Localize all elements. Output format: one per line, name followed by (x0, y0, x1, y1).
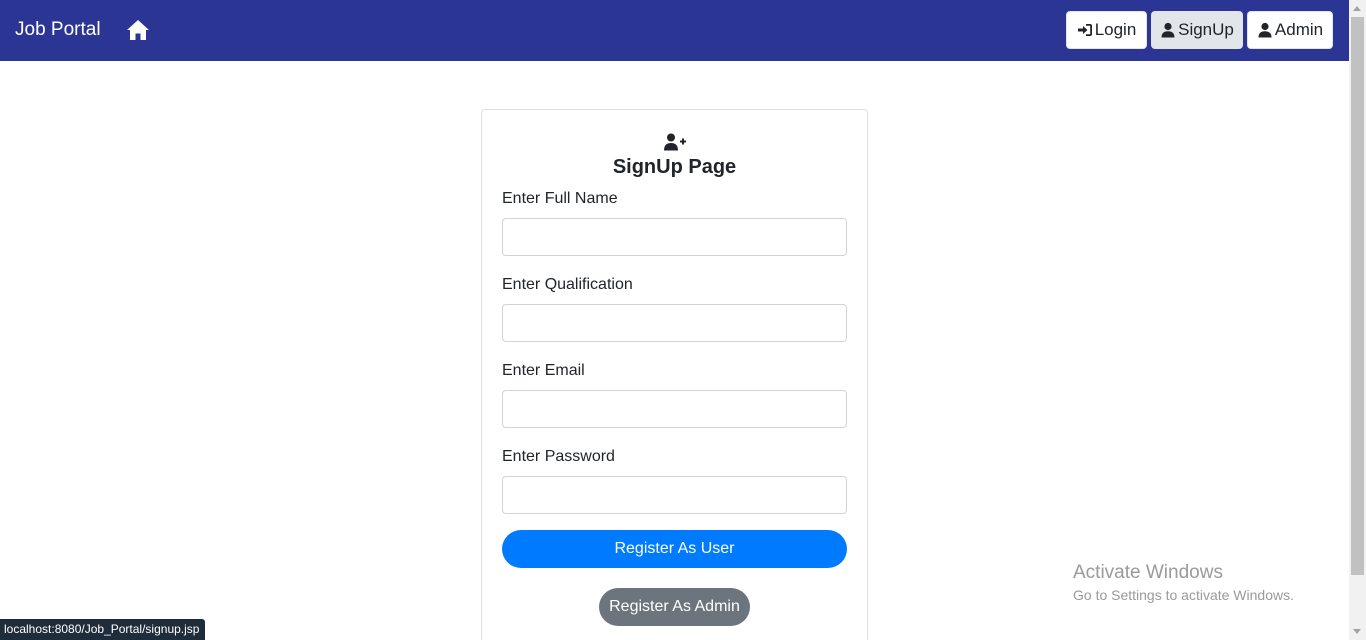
password-input[interactable] (502, 476, 847, 514)
login-label: Login (1094, 20, 1137, 39)
brand-link[interactable]: Job Portal (15, 17, 101, 43)
top-navbar: Job Portal Login SignUp Admin (0, 0, 1349, 61)
scrollbar-thumb[interactable] (1351, 17, 1364, 575)
vertical-scrollbar[interactable] (1349, 0, 1366, 640)
sign-in-icon (1077, 24, 1092, 36)
watermark-title: Activate Windows (1073, 562, 1223, 583)
user-plus-icon (664, 133, 686, 151)
email-label: Enter Email (502, 362, 585, 379)
page-title: SignUp Page (612, 156, 737, 178)
login-button[interactable]: Login (1066, 11, 1147, 49)
signup-button[interactable]: SignUp (1151, 11, 1243, 49)
full-name-label: Enter Full Name (502, 190, 618, 207)
home-icon[interactable] (126, 19, 150, 41)
qualification-label: Enter Qualification (502, 276, 633, 293)
activate-windows-watermark: Activate Windows Go to Settings to activ… (1073, 561, 1294, 605)
register-user-button[interactable]: Register As User (502, 530, 847, 568)
watermark-subtitle: Go to Settings to activate Windows. (1073, 587, 1294, 603)
admin-button[interactable]: Admin (1247, 11, 1333, 49)
admin-label: Admin (1274, 20, 1324, 39)
status-bar-url: localhost:8080/Job_Portal/signup.jsp (0, 619, 206, 640)
password-label: Enter Password (502, 448, 615, 465)
scroll-down-icon[interactable] (1353, 629, 1361, 634)
browser-viewport: Job Portal Login SignUp Admin SignUp Pag… (0, 0, 1366, 640)
register-admin-button[interactable]: Register As Admin (599, 588, 750, 626)
scroll-up-icon[interactable] (1353, 6, 1361, 11)
user-icon (1161, 22, 1175, 38)
full-name-input[interactable] (502, 218, 847, 256)
signup-card: SignUp Page Enter Full Name Enter Qualif… (481, 109, 868, 640)
email-input[interactable] (502, 390, 847, 428)
user-icon (1258, 22, 1272, 38)
qualification-input[interactable] (502, 304, 847, 342)
signup-label: SignUp (1178, 20, 1234, 39)
